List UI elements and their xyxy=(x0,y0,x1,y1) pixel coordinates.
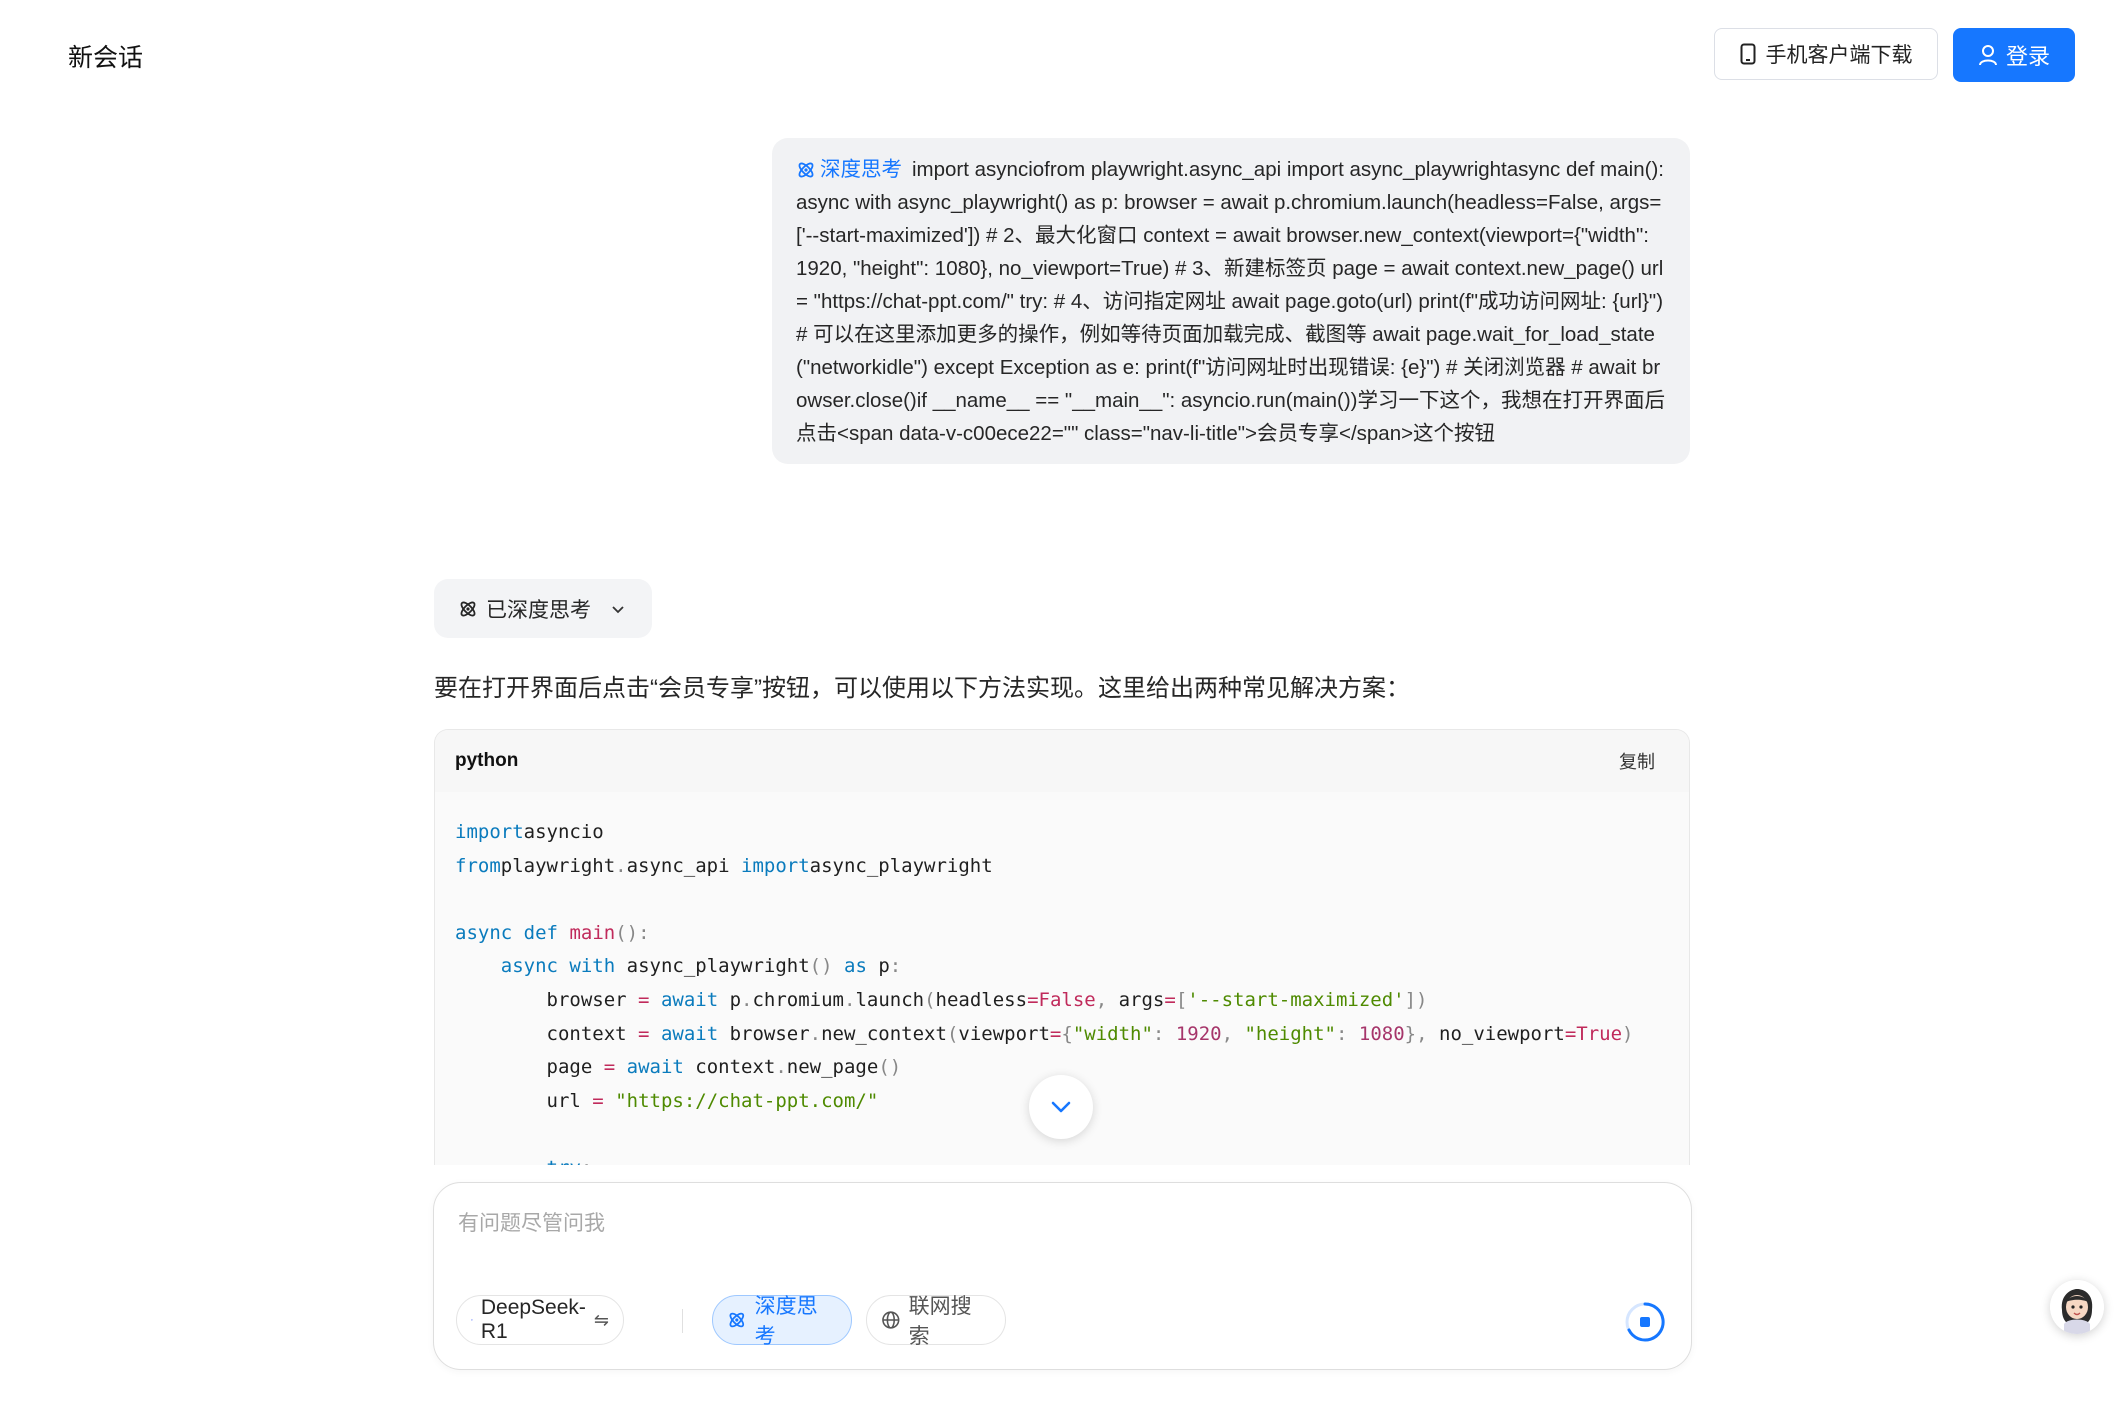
top-bar: 新会话 手机客户端下载 登录 xyxy=(0,0,2125,110)
code-line: importasyncio xyxy=(455,821,604,843)
code-line: context = await browser.new_context(view… xyxy=(455,1022,1634,1045)
copy-code-button[interactable]: 复制 xyxy=(1619,748,1655,774)
code-line: async def main(): xyxy=(455,921,650,944)
web-search-label: 联网搜索 xyxy=(908,1295,972,1348)
user-icon xyxy=(1978,45,1997,66)
deep-think-mode-button[interactable]: 深度思考 xyxy=(712,1295,852,1348)
deep-think-mode-label: 深度思考 xyxy=(754,1295,818,1348)
stop-generating-button[interactable] xyxy=(1623,1300,1667,1344)
deep-think-toggle[interactable]: 已深度思考 xyxy=(434,579,652,638)
code-line: async with async_playwright() as p: xyxy=(500,955,902,978)
assistant-avatar[interactable] xyxy=(2050,1280,2104,1334)
stop-icon xyxy=(1640,1317,1650,1327)
code-line: try: xyxy=(455,1152,1689,1165)
code-language-label: python xyxy=(455,750,519,771)
mobile-download-label: 手机客户端下载 xyxy=(1765,44,1913,67)
switch-icon: ⇋ xyxy=(593,1309,609,1330)
toolbar-divider xyxy=(682,1309,683,1333)
mobile-download-button[interactable]: 手机客户端下载 xyxy=(1714,28,1938,80)
deep-think-tag-label: 深度思考 xyxy=(820,158,902,181)
scroll-to-bottom-button[interactable] xyxy=(1029,1075,1093,1139)
message-input[interactable] xyxy=(456,1211,1660,1237)
login-button[interactable]: 登录 xyxy=(1953,28,2075,82)
model-selector-label: DeepSeek-R1 xyxy=(480,1296,586,1343)
atom-icon xyxy=(798,162,814,178)
message-composer: DeepSeek-R1 ⇋ 深度思考 联网搜索 xyxy=(433,1182,1692,1370)
conversation-title: 新会话 xyxy=(68,44,144,72)
chevron-down-icon xyxy=(1051,1101,1071,1113)
login-label: 登录 xyxy=(2005,44,2050,69)
answer-intro-text: 要在打开界面后点击“会员专享”按钮，可以使用以下方法实现。这里给出两种常见解决方… xyxy=(434,675,1410,702)
code-block-header: python 复制 xyxy=(435,730,1689,792)
chevron-down-icon xyxy=(612,605,624,613)
atom-icon xyxy=(460,601,476,616)
atom-icon xyxy=(729,1312,745,1328)
code-line: browser = await p.chromium.launch(headle… xyxy=(455,988,1428,1011)
web-search-button[interactable]: 联网搜索 xyxy=(866,1295,1006,1348)
user-message-bubble: 深度思考 import asynciofrom playwright.async_… xyxy=(772,138,1690,464)
deep-think-tag: 深度思考 xyxy=(796,158,902,181)
avatar-girl-icon xyxy=(2050,1280,2104,1334)
deep-think-toggle-label: 已深度思考 xyxy=(486,598,591,622)
user-message-text: import asynciofrom playwright.async_api … xyxy=(796,158,1665,445)
model-selector-button[interactable]: DeepSeek-R1 ⇋ xyxy=(456,1295,624,1345)
deepseek-whale-icon xyxy=(471,1319,473,1321)
phone-icon xyxy=(1740,43,1755,65)
globe-icon xyxy=(882,1311,900,1329)
code-line: fromplaywright.async_api importasync_pla… xyxy=(455,854,993,877)
